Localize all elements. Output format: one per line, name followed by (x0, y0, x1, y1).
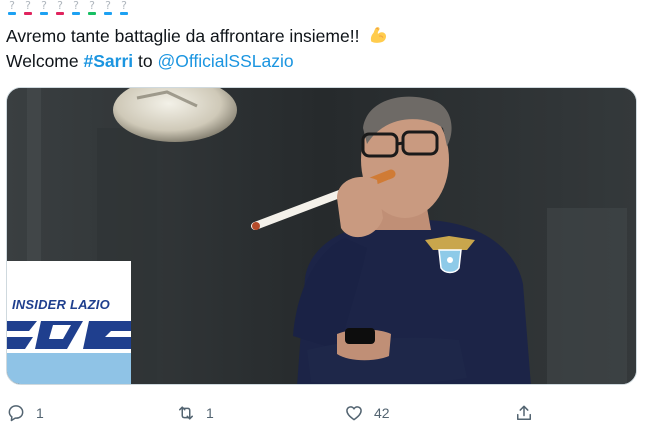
reply-button[interactable]: 1 (6, 398, 44, 428)
tweet-line-2-prefix: Welcome (6, 51, 79, 71)
tweet-line-1-text: Avremo tante battaglie da affrontare ins… (6, 26, 360, 46)
top-emoji-row: ? ? ? ? ? ? ? ? (6, 0, 130, 20)
insider-lazio-logo: INSIDER LAZIO (7, 261, 131, 384)
watch (345, 328, 375, 344)
retweet-icon (179, 406, 193, 420)
unknown-glyph-icon: ? (102, 0, 114, 18)
unknown-glyph-icon: ? (70, 0, 82, 18)
tweet-line-2: Welcome #Sarri to @OfficialSSLazio (6, 49, 636, 74)
reply-icon (8, 405, 24, 422)
heart-icon (346, 406, 362, 421)
reply-count: 1 (36, 405, 44, 421)
logo-top-gap (7, 261, 131, 291)
logo-text: INSIDER LAZIO (12, 297, 110, 312)
unknown-glyph-icon: ? (54, 0, 66, 18)
mention-link[interactable]: @OfficialSSLazio (157, 51, 293, 71)
like-count: 42 (374, 405, 390, 421)
unknown-glyph-icon: ? (38, 0, 50, 18)
share-button[interactable] (514, 398, 534, 428)
share-icon (517, 405, 531, 420)
unknown-glyph-icon: ? (6, 0, 18, 18)
flexed-biceps-icon (371, 27, 387, 43)
unknown-glyph-icon: ? (22, 0, 34, 18)
hashtag-link[interactable]: #Sarri (84, 51, 134, 71)
tweet-actions: 1 1 42 (0, 398, 649, 428)
retweet-button[interactable]: 1 (176, 398, 214, 428)
logo-eagle-emblem (7, 317, 131, 353)
unknown-glyph-icon: ? (118, 0, 130, 18)
like-button[interactable]: 42 (344, 398, 390, 428)
retweet-count: 1 (206, 405, 214, 421)
tweet-line-2-mid: to (138, 51, 153, 71)
tweet-media-image[interactable]: INSIDER LAZIO (6, 87, 637, 385)
tweet-text: Avremo tante battaglie da affrontare ins… (6, 24, 636, 74)
logo-bottom-band (7, 353, 131, 384)
unknown-glyph-icon: ? (86, 0, 98, 18)
tweet-line-1: Avremo tante battaglie da affrontare ins… (6, 24, 636, 49)
